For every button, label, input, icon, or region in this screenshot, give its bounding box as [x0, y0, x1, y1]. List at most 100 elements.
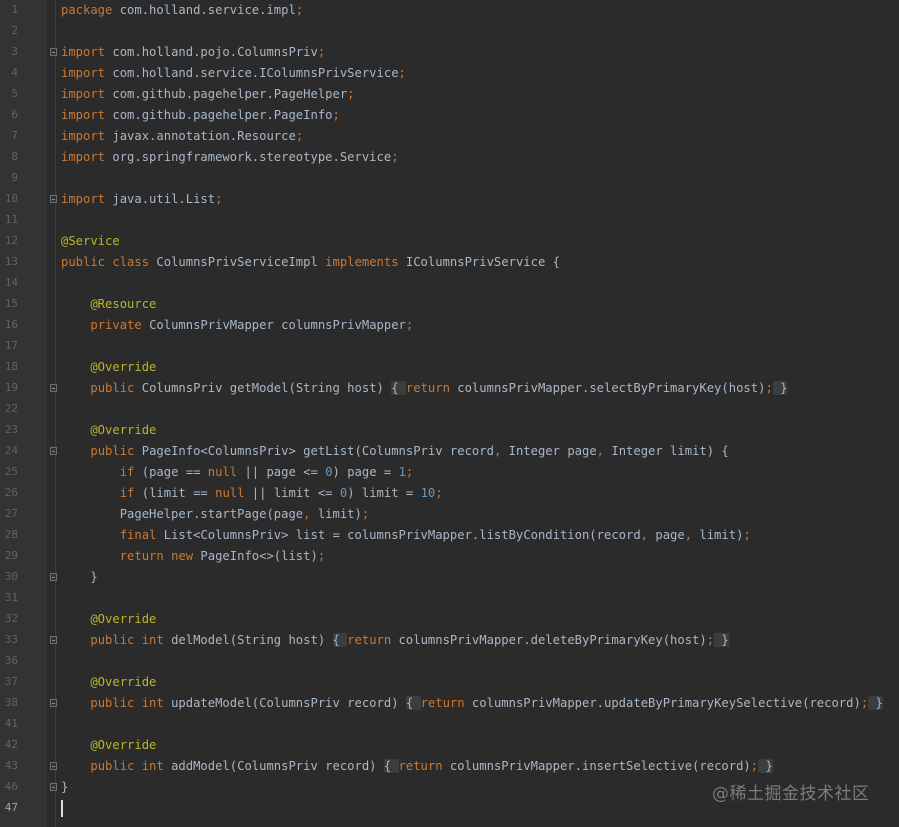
code-line[interactable]: 31 [0, 588, 899, 609]
code-line[interactable]: 12 @Service [0, 231, 899, 252]
code-token: ; [750, 759, 759, 773]
code-text: public class ColumnsPrivServiceImpl impl… [61, 253, 560, 272]
code-line[interactable]: 22 [0, 399, 899, 420]
code-line[interactable]: 13 public class ColumnsPrivServiceImpl im… [0, 252, 899, 273]
code-line[interactable]: 26 if (limit == null || limit <= 0) limi… [0, 483, 899, 504]
code-line[interactable]: 1 package com.holland.service.impl; [0, 0, 899, 21]
code-text: import java.util.List; [61, 190, 222, 209]
code-token: public int [90, 696, 164, 710]
code-line[interactable]: 43 public int addModel(ColumnsPriv recor… [0, 756, 899, 777]
code-line[interactable]: 28 final List<ColumnsPriv> list = column… [0, 525, 899, 546]
code-text: public PageInfo<ColumnsPriv> getList(Col… [61, 442, 729, 461]
code-token: limit) [310, 507, 362, 521]
code-text: @Override [61, 358, 156, 377]
code-token: org.springframework.stereotype.Service [105, 150, 392, 164]
code-line[interactable]: 14 [0, 273, 899, 294]
code-line[interactable]: 18 @Override [0, 357, 899, 378]
code-line[interactable]: 42 @Override [0, 735, 899, 756]
code-token: columnsPrivMapper.updateByPrimaryKeySele… [464, 696, 861, 710]
code-text: public int addModel(ColumnsPriv record) … [61, 757, 773, 776]
line-number: 30 [4, 570, 18, 583]
code-token: ; [405, 465, 414, 479]
fold-marker-icon[interactable] [50, 762, 57, 770]
code-token: com.holland.service.impl [112, 3, 296, 17]
code-line[interactable]: 5 import com.github.pagehelper.PageHelper… [0, 84, 899, 105]
code-line[interactable]: 24 public PageInfo<ColumnsPriv> getList(… [0, 441, 899, 462]
code-line[interactable]: 17 [0, 336, 899, 357]
code-line[interactable]: 19 public ColumnsPriv getModel(String ho… [0, 378, 899, 399]
code-line[interactable]: 27 PageHelper.startPage(page, limit); [0, 504, 899, 525]
code-token: ) limit = [347, 486, 421, 500]
code-line[interactable]: 15 @Resource [0, 294, 899, 315]
line-number: 19 [4, 381, 18, 394]
code-line[interactable]: 4 import com.holland.service.IColumnsPriv… [0, 63, 899, 84]
code-line[interactable]: 10 import java.util.List; [0, 189, 899, 210]
code-token: delModel(String host) [163, 633, 333, 647]
line-number: 25 [4, 465, 18, 478]
code-token: public [90, 444, 135, 458]
code-line[interactable]: 11 [0, 210, 899, 231]
code-text: public ColumnsPriv getModel(String host)… [61, 379, 788, 398]
code-line[interactable]: 23 @Override [0, 420, 899, 441]
code-text: import javax.annotation.Resource; [61, 127, 303, 146]
code-line[interactable]: 3 import com.holland.pojo.ColumnsPriv; [0, 42, 899, 63]
line-number: 3 [11, 45, 18, 58]
fold-marker-icon[interactable] [50, 447, 57, 455]
code-token: ; [317, 549, 326, 563]
code-line[interactable]: 33 public int delModel(String host) { re… [0, 630, 899, 651]
fold-marker-icon[interactable] [50, 384, 57, 392]
code-line[interactable]: 6 import com.github.pagehelper.PageInfo; [0, 105, 899, 126]
fold-marker-icon[interactable] [50, 699, 57, 707]
code-token: import [61, 45, 106, 59]
code-token: import [61, 87, 106, 101]
code-token: private [90, 318, 142, 332]
fold-marker-icon[interactable] [50, 48, 57, 56]
code-line[interactable]: 2 [0, 21, 899, 42]
code-text: public int delModel(String host) { retur… [61, 631, 729, 650]
code-token: ; [332, 108, 340, 122]
fold-marker-icon[interactable] [50, 636, 57, 644]
code-line[interactable]: 30 } [0, 567, 899, 588]
code-token: import [61, 192, 106, 206]
code-line[interactable]: 38 public int updateModel(ColumnsPriv re… [0, 693, 899, 714]
code-token: com.holland.service.IColumnsPrivService [105, 66, 399, 80]
line-number: 14 [4, 276, 18, 289]
code-token: import [61, 66, 106, 80]
code-token: ) page = [332, 465, 399, 479]
code-line[interactable]: 8 import org.springframework.stereotype.S… [0, 147, 899, 168]
fold-marker-icon[interactable] [50, 783, 57, 791]
code-token: Integer limit) { [604, 444, 729, 458]
code-text: public int updateModel(ColumnsPriv recor… [61, 694, 883, 713]
line-number: 6 [11, 108, 18, 121]
line-number: 1 [11, 3, 18, 16]
code-text: if (page == null || page <= 0) page = 1; [61, 463, 414, 482]
code-line[interactable]: 9 [0, 168, 899, 189]
line-number: 33 [4, 633, 18, 646]
code-token: javax.annotation.Resource [105, 129, 296, 143]
fold-marker-icon[interactable] [50, 573, 57, 581]
code-token: @Override [61, 675, 157, 689]
code-line[interactable]: 29 return new PageInfo<>(list); [0, 546, 899, 567]
code-token: @Service [61, 234, 120, 248]
code-line[interactable]: 37 @Override [0, 672, 899, 693]
code-line[interactable]: 25 if (page == null || page <= 0) page =… [0, 462, 899, 483]
code-token: null [207, 465, 238, 479]
code-line[interactable]: 41 [0, 714, 899, 735]
code-text: package com.holland.service.impl; [61, 1, 303, 20]
fold-marker-icon[interactable] [50, 195, 57, 203]
code-text: import com.github.pagehelper.PageHelper; [61, 85, 355, 104]
code-token: ; [295, 129, 304, 143]
code-line[interactable]: 36 [0, 651, 899, 672]
code-line[interactable]: 16 private ColumnsPrivMapper columnsPriv… [0, 315, 899, 336]
code-line[interactable]: 7 import javax.annotation.Resource; [0, 126, 899, 147]
code-token: return [420, 696, 465, 710]
code-editor[interactable]: 1 package com.holland.service.impl; 2 3 impo… [0, 0, 899, 827]
line-number: 43 [4, 759, 18, 772]
code-token: { [383, 759, 399, 773]
code-line[interactable]: 32 @Override [0, 609, 899, 630]
code-token: (page == [134, 465, 208, 479]
line-number: 42 [4, 738, 18, 751]
code-token: return new [119, 549, 194, 563]
